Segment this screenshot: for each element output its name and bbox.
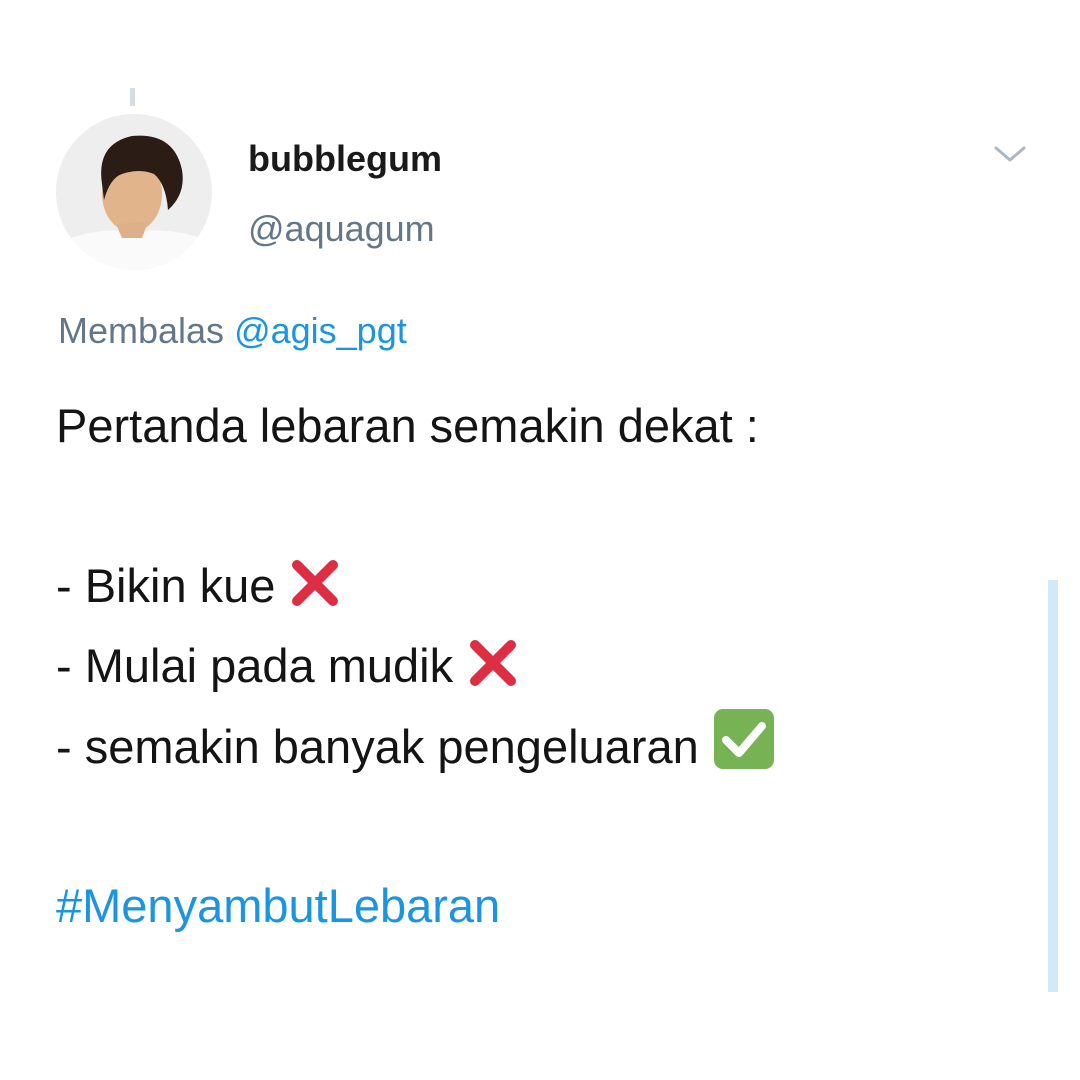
tweet-text: Pertanda lebaran semakin dekat : - Bikin…: [56, 386, 1036, 946]
chevron-down-icon[interactable]: [992, 142, 1028, 166]
list-item-text: - Mulai pada mudik: [56, 639, 454, 692]
list-item: - Bikin kue: [56, 546, 1036, 626]
reply-mention-link[interactable]: @agis_pgt: [234, 310, 407, 351]
list-item-text: - semakin banyak pengeluaran: [56, 720, 699, 773]
avatar[interactable]: [56, 114, 212, 270]
reply-prefix: Membalas: [58, 310, 225, 351]
cross-mark-icon: [465, 635, 521, 715]
hashtag-link[interactable]: #MenyambutLebaran: [56, 866, 1036, 946]
user-handle[interactable]: @aquagum: [248, 207, 435, 251]
check-mark-button-icon: [711, 706, 777, 796]
list-item: - semakin banyak pengeluaran: [56, 706, 1036, 786]
avatar-photo: [56, 114, 212, 270]
display-name[interactable]: bubblegum: [248, 137, 442, 181]
thread-connector-right: [1048, 580, 1058, 992]
tweet-title-line: Pertanda lebaran semakin dekat :: [56, 399, 759, 452]
thread-connector-top: [130, 88, 135, 106]
list-item: - Mulai pada mudik: [56, 626, 1036, 706]
reply-context: Membalas @agis_pgt: [58, 308, 407, 354]
cross-mark-icon: [287, 555, 343, 635]
list-item-text: - Bikin kue: [56, 559, 276, 612]
